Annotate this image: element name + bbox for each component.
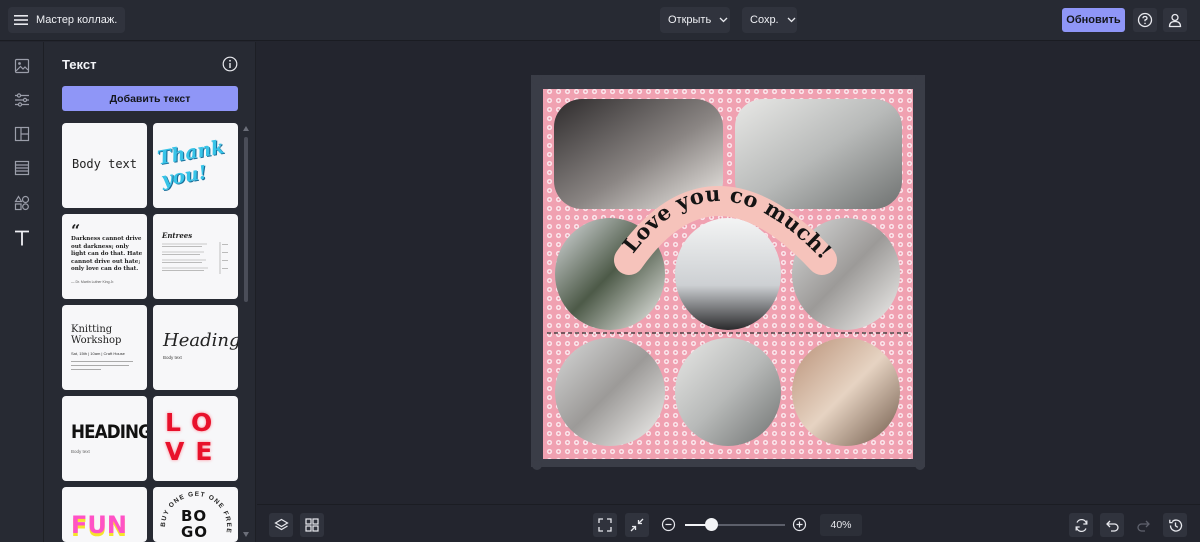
save-dropdown[interactable]: Сохр. — [742, 7, 797, 33]
update-button[interactable]: Обновить — [1062, 8, 1125, 32]
photo-couple-sea[interactable] — [675, 338, 781, 446]
scroll-up-icon — [243, 126, 249, 131]
tool-rail — [0, 42, 44, 542]
canvas-area: Love you co much!!! — [257, 42, 1200, 504]
text-template-bogo[interactable]: BUY ONE GET ONE FREE BOGO — [153, 487, 238, 542]
template-fun: FUN — [71, 511, 127, 539]
history-button[interactable] — [1163, 513, 1187, 537]
account-button[interactable] — [1163, 8, 1187, 32]
fit-screen-button[interactable] — [593, 513, 617, 537]
actual-size-button[interactable] — [625, 513, 649, 537]
template-love: LOVE — [165, 408, 224, 466]
menu-label: Мастер коллаж. — [36, 14, 118, 26]
chevron-down-icon — [719, 17, 728, 23]
redo-button[interactable] — [1131, 513, 1155, 537]
elements-tool-icon[interactable] — [12, 193, 32, 213]
text-template-heading-bold[interactable]: HEADING Body text — [62, 396, 147, 481]
info-icon[interactable] — [222, 56, 238, 72]
template-bogo: BOGO — [181, 507, 209, 541]
redo-icon — [1136, 518, 1151, 533]
template-knitting-title: Knitting Workshop — [71, 324, 122, 346]
hamburger-icon — [14, 14, 28, 26]
scroll-down-icon — [243, 532, 249, 537]
text-template-quote[interactable]: “ Darkness cannot drive out darkness; on… — [62, 214, 147, 299]
chevron-down-icon — [787, 17, 796, 23]
layers-icon — [273, 518, 289, 533]
text-template-thank-you[interactable]: Thank you! — [153, 123, 238, 208]
layers-button[interactable] — [269, 513, 293, 537]
template-menu-title: Entrees — [162, 231, 193, 240]
grid-button[interactable] — [300, 513, 324, 537]
add-text-button[interactable]: Добавить текст — [62, 86, 238, 111]
text-panel: Текст Добавить текст Body text Thank you… — [44, 42, 256, 542]
template-heading-bold: HEADING — [71, 421, 147, 443]
save-label: Сохр. — [750, 14, 779, 26]
open-dropdown[interactable]: Открыть — [660, 7, 730, 33]
text-template-fun[interactable]: FUN — [62, 487, 147, 542]
layout-tool-icon[interactable] — [12, 124, 32, 144]
history-icon — [1168, 518, 1183, 533]
undo-button[interactable] — [1100, 513, 1124, 537]
grid-icon — [305, 518, 319, 532]
template-knitting-subtitle: Sat, 15th | 10am | Craft House — [71, 351, 125, 356]
text-template-heading-script[interactable]: Heading Body text — [153, 305, 238, 390]
template-quote: Darkness cannot drive out darkness; only… — [71, 236, 143, 272]
refresh-icon — [1074, 518, 1089, 533]
shrink-icon — [630, 518, 644, 532]
text-tool-icon[interactable] — [12, 228, 32, 248]
zoom-slider-thumb[interactable] — [705, 518, 718, 531]
expand-icon — [598, 518, 612, 532]
text-template-love[interactable]: LOVE — [153, 396, 238, 481]
image-tool-icon[interactable] — [12, 56, 32, 76]
top-bar: Мастер коллаж. Открыть Сохр. Обновить — [0, 0, 1200, 41]
template-heading-script-body: Body text — [163, 355, 182, 360]
help-button[interactable] — [1133, 8, 1157, 32]
template-body-text: Body text — [71, 157, 138, 171]
help-icon — [1137, 12, 1153, 28]
user-icon — [1167, 12, 1183, 28]
bottom-bar: 40% — [257, 504, 1200, 542]
text-template-knitting[interactable]: Knitting Workshop Sat, 15th | 10am | Cra… — [62, 305, 147, 390]
template-heading-script: Heading — [163, 330, 238, 351]
knitting-text-lines — [71, 361, 133, 370]
open-label: Открыть — [668, 14, 712, 26]
replace-button[interactable] — [1069, 513, 1093, 537]
photo-bride-veil[interactable] — [555, 338, 665, 446]
template-quote-author: — Dr. Martin Luther King Jr. — [71, 280, 115, 284]
photo-couple-walk[interactable] — [675, 218, 781, 330]
photo-coffee-cups[interactable] — [792, 338, 900, 446]
undo-icon — [1105, 518, 1120, 533]
zoom-out-icon[interactable] — [661, 517, 676, 532]
panel-title: Текст — [62, 57, 97, 72]
background-tool-icon[interactable] — [12, 158, 32, 178]
template-heading-bold-body: Body text — [71, 449, 90, 454]
zoom-in-icon[interactable] — [792, 517, 807, 532]
text-template-body-text[interactable]: Body text — [62, 123, 147, 208]
adjust-tool-icon[interactable] — [12, 90, 32, 110]
text-template-menu[interactable]: Entrees — [153, 214, 238, 299]
menu-button[interactable]: Мастер коллаж. — [8, 7, 126, 33]
menu-lines-graphic — [162, 242, 228, 274]
scrollbar-thumb[interactable] — [244, 137, 248, 302]
collage-stage: Love you co much!!! — [257, 42, 925, 470]
template-thank-you: Thank you! — [155, 136, 226, 192]
zoom-level[interactable]: 40% — [820, 514, 862, 536]
